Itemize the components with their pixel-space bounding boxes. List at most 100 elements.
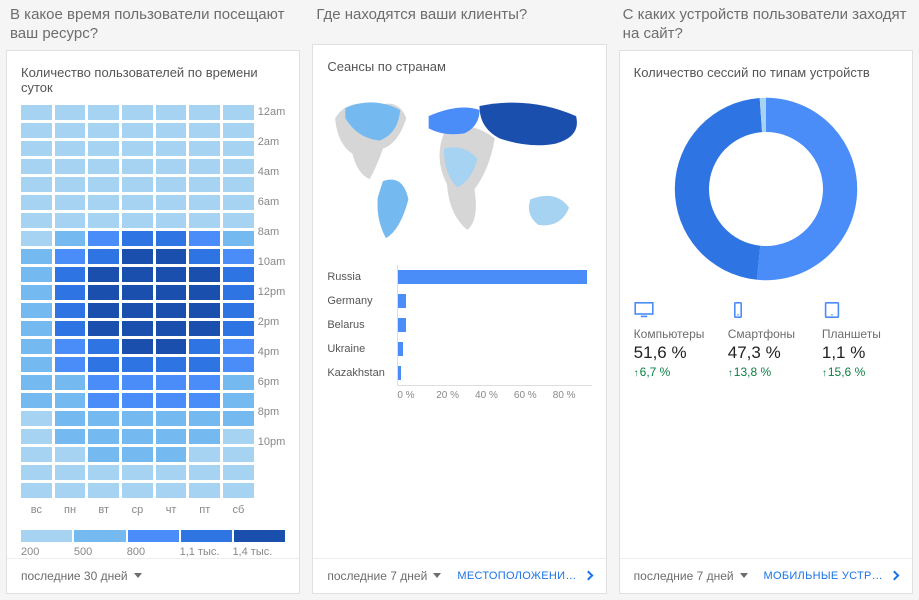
heatmap-cell [55, 483, 86, 498]
heatmap-grid [21, 105, 254, 498]
legend-segment [128, 530, 179, 542]
panel-locations: Где находятся ваши клиенты? Сеансы по ст… [312, 6, 606, 594]
heatmap-ylabel: 2am [258, 136, 286, 166]
heatmap-cell [21, 339, 52, 354]
heatmap-cell [88, 231, 119, 246]
heatmap-ylabel: 6am [258, 196, 286, 226]
caret-down-icon [740, 573, 748, 578]
heatmap-cell [55, 141, 86, 156]
heatmap-cell [88, 429, 119, 444]
donut-slice [675, 98, 762, 280]
heatmap-cell [88, 177, 119, 192]
country-name: Kazakhstan [327, 367, 397, 379]
country-name: Ukraine [327, 343, 397, 355]
legend-segment [181, 530, 232, 542]
heatmap-cell [189, 447, 220, 462]
date-range-dropdown[interactable]: последние 7 дней [634, 569, 748, 583]
heatmap-cell [55, 285, 86, 300]
heatmap-cell [189, 195, 220, 210]
country-bar [397, 361, 591, 385]
heatmap-cell [189, 303, 220, 318]
heatmap-cell [223, 339, 254, 354]
heatmap-cell [189, 357, 220, 372]
country-bar-fill [398, 294, 405, 308]
heatmap-cell [55, 195, 86, 210]
country-bar-xaxis: 0 %20 %40 %60 %80 % [397, 385, 591, 401]
chevron-right-icon[interactable] [890, 571, 900, 581]
heatmap-cell [156, 213, 187, 228]
donut-chart [671, 94, 861, 284]
heatmap-cell [122, 213, 153, 228]
heatmap-cell [21, 123, 52, 138]
card-heatmap: Количество пользователей по времени суто… [6, 50, 300, 594]
heatmap-ylabel: 10am [258, 256, 286, 286]
device-label: Смартфоны [728, 327, 804, 341]
heatmap-cell [88, 213, 119, 228]
heatmap-cell [122, 231, 153, 246]
xaxis-tick: 20 % [436, 390, 475, 401]
heatmap-cell [189, 123, 220, 138]
location-report-link[interactable]: МЕСТОПОЛОЖЕНИ… [457, 570, 576, 582]
heatmap-cell [55, 375, 86, 390]
legend-label: 1,4 тыс. [232, 546, 285, 558]
legend-segment [234, 530, 285, 542]
mobile-report-link[interactable]: МОБИЛЬНЫЕ УСТР… [764, 570, 883, 582]
heatmap-cell [55, 213, 86, 228]
heatmap-cell [88, 267, 119, 282]
device-delta: 13,8 % [728, 365, 804, 379]
xaxis-tick: 80 % [553, 390, 592, 401]
heatmap-cell [189, 105, 220, 120]
card-footer: последние 7 дней МЕСТОПОЛОЖЕНИ… [313, 558, 605, 593]
heatmap-cell [21, 285, 52, 300]
country-bar-fill [398, 318, 405, 332]
heatmap-cell [156, 267, 187, 282]
heatmap-xlabel: пн [55, 504, 86, 516]
heatmap-cell [223, 105, 254, 120]
heatmap-cell [223, 177, 254, 192]
country-bar [397, 265, 591, 289]
heatmap-cell [223, 267, 254, 282]
heatmap-cell [156, 483, 187, 498]
heatmap-cell [189, 141, 220, 156]
country-row: Ukraine [327, 337, 591, 361]
heatmap-cell [88, 339, 119, 354]
heatmap-cell [122, 285, 153, 300]
card-footer: последние 30 дней [7, 558, 299, 593]
heatmap-cell [21, 141, 52, 156]
heatmap-cell [122, 321, 153, 336]
date-range-dropdown[interactable]: последние 7 дней [327, 569, 441, 583]
heatmap-cell [55, 105, 86, 120]
heatmap-cell [55, 177, 86, 192]
heatmap-cell [21, 357, 52, 372]
legend-label: 1,1 тыс. [180, 546, 233, 558]
heatmap-cell [156, 303, 187, 318]
heatmap-cell [55, 123, 86, 138]
country-row: Russia [327, 265, 591, 289]
chevron-right-icon[interactable] [583, 571, 593, 581]
heatmap-cell [122, 411, 153, 426]
heatmap-cell [156, 231, 187, 246]
country-row: Kazakhstan [327, 361, 591, 385]
heatmap-cell [21, 249, 52, 264]
heatmap-cell [189, 429, 220, 444]
heatmap-cell [189, 177, 220, 192]
heatmap-cell [189, 249, 220, 264]
heatmap-cell [189, 483, 220, 498]
date-range-dropdown[interactable]: последние 30 дней [21, 569, 142, 583]
heatmap-cell [189, 339, 220, 354]
caret-down-icon [134, 573, 142, 578]
heatmap-cell [21, 321, 52, 336]
heatmap-cell [223, 303, 254, 318]
smartphone-icon [728, 302, 748, 318]
heatmap-cell [223, 213, 254, 228]
country-bar [397, 313, 591, 337]
heatmap-cell [21, 465, 52, 480]
heatmap-xlabel: сб [223, 504, 254, 516]
heatmap-cell [21, 213, 52, 228]
heatmap-cell [189, 213, 220, 228]
card-footer: последние 7 дней МОБИЛЬНЫЕ УСТР… [620, 558, 912, 593]
heatmap-ylabel: 10pm [258, 436, 286, 466]
heatmap-cell [55, 159, 86, 174]
heatmap-cell [55, 447, 86, 462]
heatmap-cell [55, 429, 86, 444]
